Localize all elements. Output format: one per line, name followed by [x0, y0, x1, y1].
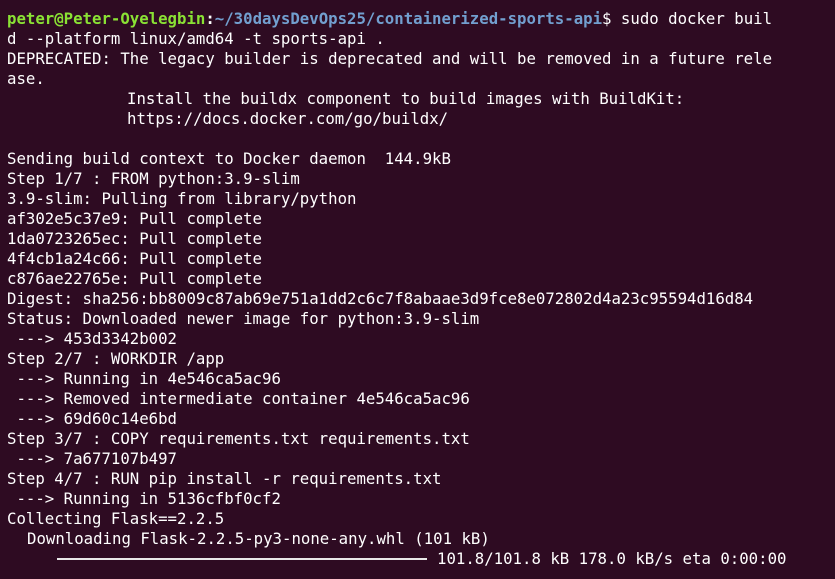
progress-text: 101.8/101.8 kB 178.0 kB/s eta 0:00:00	[437, 549, 787, 568]
output-line: Downloading Flask-2.2.5-py3-none-any.whl…	[27, 529, 490, 548]
output-line: Step 2/7 : WORKDIR /app	[7, 349, 225, 368]
output-line: ---> Removed intermediate container 4e54…	[7, 389, 470, 408]
output-line: 3.9-slim: Pulling from library/python	[7, 189, 357, 208]
deprecation-instruction: Install the buildx component to build im…	[127, 89, 685, 108]
progress-bar	[57, 558, 427, 560]
output-line: Sending build context to Docker daemon 1…	[7, 149, 451, 168]
output-line: ---> Running in 4e546ca5ac96	[7, 369, 281, 388]
output-line: Digest: sha256:bb8009c87ab69e751a1dd2c6c…	[7, 289, 754, 308]
deprecation-warning-wrap: ase.	[7, 69, 45, 88]
prompt-path: ~/30daysDevOps25/containerized-sports-ap…	[214, 9, 603, 28]
output-line: Step 3/7 : COPY requirements.txt require…	[7, 429, 470, 448]
output-line: 4f4cb1a24c66: Pull complete	[7, 249, 263, 268]
output-line: ---> 69d60c14e6bd	[7, 409, 178, 428]
output-line: Collecting Flask==2.2.5	[7, 509, 225, 528]
deprecation-url: https://docs.docker.com/go/buildx/	[127, 109, 449, 128]
output-line: c876ae22765e: Pull complete	[7, 269, 263, 288]
output-line: ---> Running in 5136cfbf0cf2	[7, 489, 281, 508]
output-line: 1da0723265ec: Pull complete	[7, 229, 263, 248]
deprecation-warning: DEPRECATED: The legacy builder is deprec…	[7, 49, 773, 68]
output-line: Step 4/7 : RUN pip install -r requiremen…	[7, 469, 442, 488]
command-text-wrap: d --platform linux/amd64 -t sports-api .	[7, 29, 385, 48]
download-progress: 101.8/101.8 kB 178.0 kB/s eta 0:00:00	[7, 549, 835, 569]
command-text: sudo docker buil	[611, 9, 773, 28]
output-line: Step 1/7 : FROM python:3.9-slim	[7, 169, 300, 188]
command-prompt-line: peter@Peter-Oyelegbin:~/30daysDevOps25/c…	[7, 9, 835, 29]
output-line: Status: Downloaded newer image for pytho…	[7, 309, 480, 328]
prompt-user-host: peter@Peter-Oyelegbin	[7, 9, 206, 28]
output-line: ---> 453d3342b002	[7, 329, 178, 348]
output-line: ---> 7a677107b497	[7, 449, 178, 468]
output-line: af302e5c37e9: Pull complete	[7, 209, 263, 228]
terminal-window[interactable]: peter@Peter-Oyelegbin:~/30daysDevOps25/c…	[0, 0, 835, 579]
prompt-colon: :	[205, 9, 215, 28]
